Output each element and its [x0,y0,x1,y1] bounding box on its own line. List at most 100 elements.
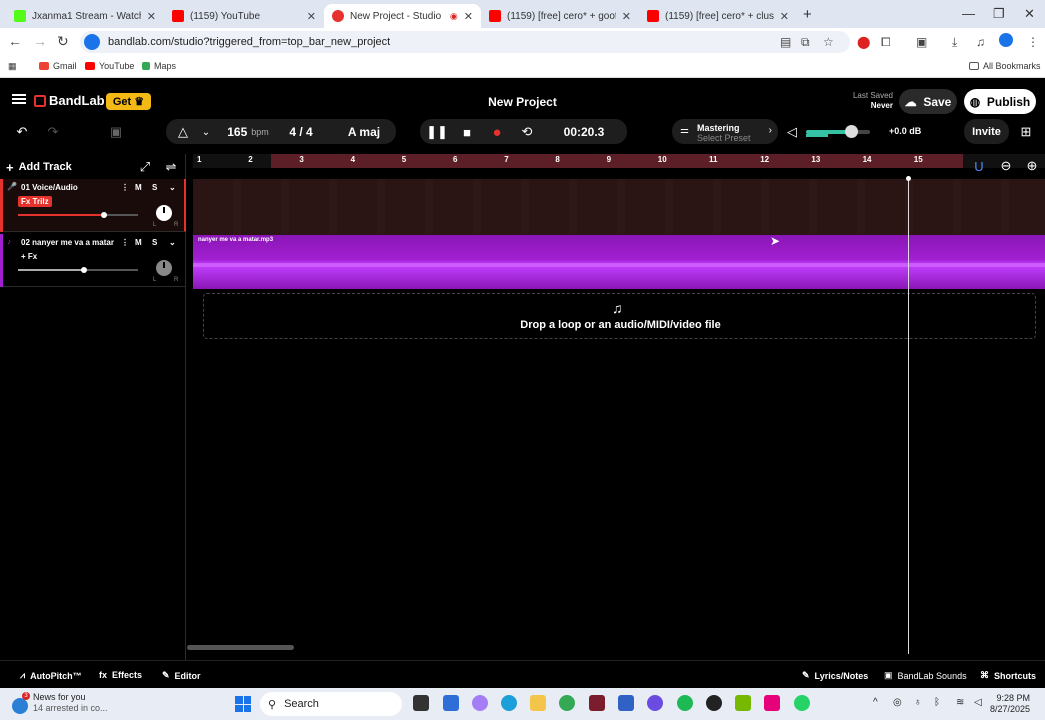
close-window-icon[interactable]: ✕ [1024,6,1035,22]
maximize-icon[interactable]: ❐ [993,6,1005,22]
save-button[interactable]: ☁ Save [899,89,957,114]
invite-button[interactable]: Invite [964,119,1009,144]
cast-icon[interactable]: ⧉ [801,35,810,50]
zoom-in-icon[interactable]: ⊕ [1021,156,1043,176]
opera-extension-icon[interactable]: ⬤ [857,35,870,49]
tiktok-icon[interactable] [764,695,780,711]
zoom-out-icon[interactable]: ⊖ [995,156,1017,176]
network-icon[interactable]: ◎ [893,697,902,708]
playhead[interactable] [906,176,911,654]
minimize-icon[interactable]: — [962,6,975,21]
tools-icon[interactable]: ▣ [105,122,127,142]
metronome-icon[interactable]: △ [172,122,194,142]
edge-icon[interactable] [501,695,517,711]
pan-knob[interactable] [156,205,172,221]
track-volume-slider[interactable] [18,267,138,273]
chevron-down-icon[interactable]: ⌄ [195,122,217,142]
time-signature-field[interactable]: 4 / 4 [282,119,320,144]
media-control-icon[interactable]: ♫ [976,35,985,49]
track-options-icon[interactable]: ⋮ [121,238,129,247]
system-clock[interactable]: 9:28 PM 8/27/2025 [990,693,1030,715]
chrome-icon[interactable] [559,695,575,711]
profile-avatar[interactable] [999,33,1013,47]
tray-chevron-icon[interactable]: ^ [873,697,878,708]
back-icon[interactable]: ← [8,33,22,49]
app-icon[interactable] [589,695,605,711]
undo-icon[interactable]: ↶ [11,122,33,142]
bandlab-sounds-button[interactable]: ▣ BandLab Sounds [884,670,967,681]
forward-icon[interactable]: → [33,33,47,49]
spotify-icon[interactable] [677,695,693,711]
key-field[interactable]: A maj [336,119,392,144]
loop-icon[interactable]: ⟲ [516,122,538,142]
bookmark-maps[interactable]: Maps [142,61,176,71]
taskbar-search[interactable]: ⚲ Search [260,692,402,716]
close-tab-icon[interactable]: ✕ [307,10,316,23]
track-options-icon[interactable]: ⋮ [121,183,129,192]
effects-button[interactable]: fx Effects [99,670,142,680]
bookmark-youtube[interactable]: YouTube [85,61,134,71]
tab-search-icon[interactable]: ▣ [916,35,927,49]
address-bar[interactable]: bandlab.com/studio?triggered_from=top_ba… [80,31,850,53]
reading-mode-icon[interactable]: ▤ [780,35,791,49]
teams-icon[interactable] [443,695,459,711]
track-row[interactable]: ♪ 02 nanyer me va a matar ⋮ M S ⌄ + Fx L… [0,234,186,287]
nvidia-icon[interactable] [735,695,751,711]
master-volume-slider[interactable] [806,125,870,138]
tab-youtube[interactable]: (1159) YouTube ✕ [164,4,324,28]
bookmark-gmail[interactable]: Gmail [39,61,77,71]
apps-grid-icon[interactable]: ▦ [8,61,17,72]
chevron-down-icon[interactable]: ⌄ [169,183,176,192]
mute-button[interactable]: M [135,183,142,192]
autopitch-button[interactable]: ⩘ AutoPitch™ [20,670,82,681]
tempo-field[interactable]: 165 bpm [222,119,274,144]
site-info-icon[interactable] [84,34,100,50]
wifi-icon[interactable]: ≋ [956,697,964,708]
extensions-icon[interactable]: ⧠ [881,35,891,50]
timeline-ruler[interactable]: 1 2 3 4 5 6 7 8 9 10 11 12 13 14 15 [193,154,1045,168]
horizontal-scrollbar[interactable] [187,645,294,650]
close-tab-icon[interactable]: ✕ [622,10,631,23]
tab-youtube-cluster[interactable]: (1159) [free] cero* + cluster typ ✕ [639,4,797,28]
download-icon[interactable]: ⤓ [952,35,957,50]
volume-icon[interactable]: ◁ [974,697,982,708]
fx-chain-button[interactable]: Fx Trilz [18,196,52,207]
track-lane-voice[interactable] [193,179,1045,235]
bookmark-star-icon[interactable]: ☆ [823,35,834,49]
discord-icon[interactable] [647,695,663,711]
solo-button[interactable]: S [152,183,157,192]
tab-bandlab-studio[interactable]: New Project - Studio ◉ ✕ [324,4,481,28]
reload-icon[interactable]: ↻ [57,33,69,50]
github-icon[interactable] [706,695,722,711]
snap-magnet-icon[interactable]: U [968,156,990,176]
lyrics-notes-button[interactable]: ✎ Lyrics/Notes [802,670,868,681]
tab-kick-stream[interactable]: Jxanma1 Stream - Watch Live o ✕ [6,4,164,28]
bluetooth-icon[interactable]: ᛒ [934,697,940,708]
copilot-icon[interactable] [472,695,488,711]
tab-youtube-goofy-surf[interactable]: (1159) [free] cero* + goofy surf ✕ [481,4,639,28]
solo-button[interactable]: S [152,238,157,247]
menu-kebab-icon[interactable]: ⋮ [1027,35,1039,49]
drop-zone[interactable]: ♫ Drop a loop or an audio/MIDI/video fil… [203,293,1036,339]
automation-icon[interactable]: ⤢ [134,157,156,177]
close-tab-icon[interactable]: ✕ [780,10,789,23]
editor-button[interactable]: ✎ Editor [162,670,201,681]
whatsapp-icon[interactable] [794,695,810,711]
new-tab-icon[interactable]: + [803,6,812,23]
track-row[interactable]: 🎤 01 Voice/Audio ⋮ M S ⌄ Fx Trilz L R [0,179,186,232]
gift-icon[interactable]: ⊞ [1015,122,1037,142]
pause-icon[interactable]: ❚❚ [426,122,448,142]
windows-start-icon[interactable] [235,696,251,712]
publish-button[interactable]: ◍ Publish [964,89,1036,114]
mute-button[interactable]: M [135,238,142,247]
volume-knob[interactable] [844,125,858,138]
store-icon[interactable] [618,695,634,711]
news-widget[interactable]: 3 News for you 14 arrested in co... [12,692,108,714]
add-track-button[interactable]: + Add Track [6,158,72,176]
track-volume-slider[interactable] [18,212,138,218]
microphone-icon[interactable]: ♁ [914,697,922,708]
task-view-icon[interactable] [413,695,429,711]
file-explorer-icon[interactable] [530,695,546,711]
audio-clip[interactable]: nanyer me va a matar.mp3 [193,235,1045,289]
redo-icon[interactable]: ↷ [42,122,64,142]
